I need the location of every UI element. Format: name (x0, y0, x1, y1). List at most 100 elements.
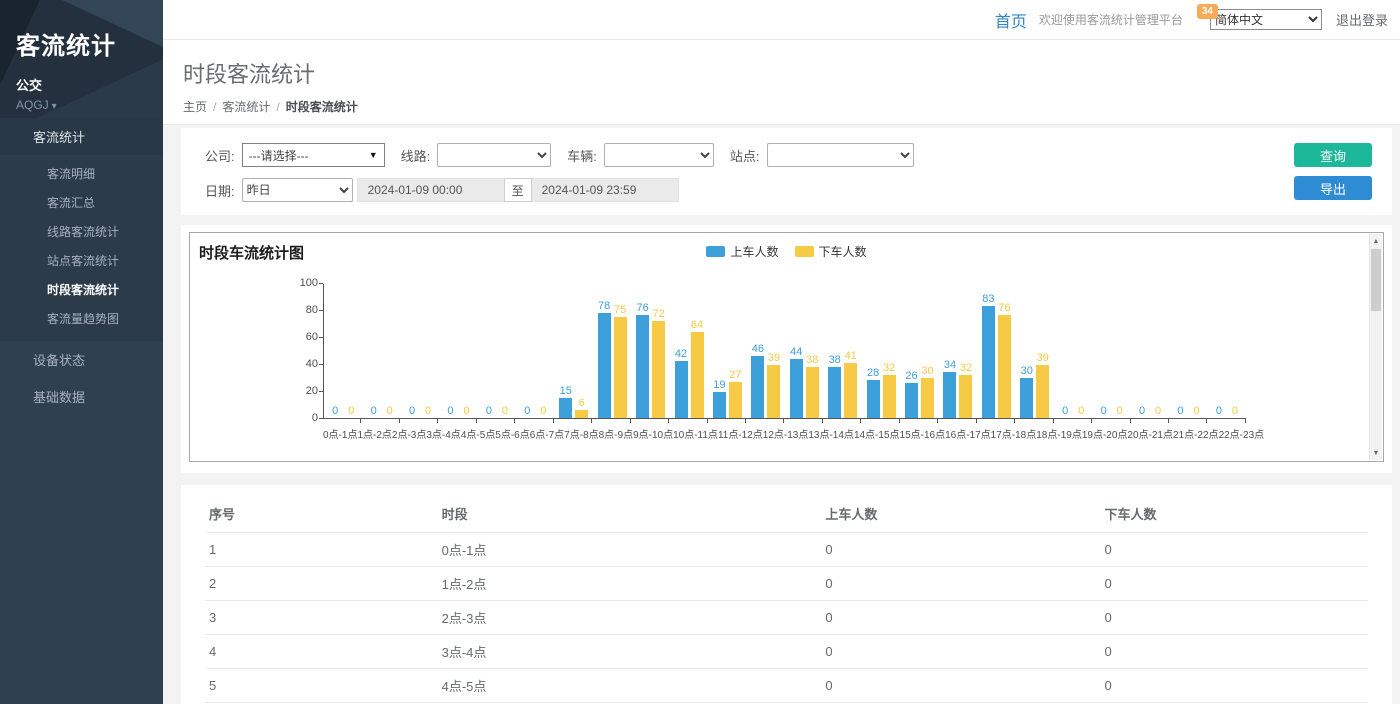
query-button[interactable]: 查询 (1294, 143, 1372, 167)
x-axis-label: 1点-2点 (357, 426, 391, 441)
bar[interactable] (729, 382, 742, 418)
station-select[interactable] (767, 143, 914, 167)
bar-group: 8376 (977, 284, 1015, 418)
y-axis-tick-label: 0 (278, 412, 318, 424)
bar[interactable] (998, 315, 1011, 418)
bar-value-label: 0 (1101, 405, 1107, 417)
y-axis-tick-label: 40 (278, 358, 318, 370)
bar-value-label: 72 (652, 308, 664, 320)
sidebar-subitem[interactable]: 客流明细 (0, 159, 163, 188)
line-select[interactable] (437, 143, 551, 167)
brand-title: 客流统计 (16, 26, 163, 61)
sidebar-item-device-status[interactable]: 设备状态 (0, 341, 163, 378)
bar[interactable] (806, 367, 819, 418)
bar[interactable] (883, 375, 896, 418)
bar-wrap: 0 (460, 284, 473, 418)
x-axis-label: 12点-13点 (763, 426, 809, 441)
bar[interactable] (713, 392, 726, 418)
sidebar-item-passenger-stats[interactable]: 客流统计 (0, 118, 163, 155)
breadcrumb-passenger-stats[interactable]: 客流统计 (222, 100, 270, 114)
bar-wrap: 0 (482, 284, 495, 418)
bar-value-label: 0 (348, 405, 354, 417)
x-axis-label: 16点-17点 (945, 426, 991, 441)
notification-badge[interactable]: 34 (1197, 4, 1218, 19)
bar[interactable] (828, 367, 841, 418)
vehicle-select[interactable] (604, 143, 714, 167)
date-to-input[interactable]: 2024-01-09 23:59 (531, 178, 679, 202)
bar-wrap: 32 (883, 284, 896, 418)
dropdown-arrow-icon: ▼ (369, 150, 378, 160)
bar[interactable] (598, 313, 611, 418)
table-row: 54点-5点00 (205, 669, 1368, 703)
bar-value-label: 0 (1155, 405, 1161, 417)
scrollbar-up-icon[interactable]: ▲ (1370, 234, 1382, 248)
sidebar-item-basic-data[interactable]: 基础数据 (0, 378, 163, 415)
table-cell: 0点-1点 (438, 533, 822, 567)
x-axis-label: 11点-12点 (718, 426, 763, 441)
bar-wrap: 72 (652, 284, 665, 418)
bar[interactable] (921, 378, 934, 419)
bar-value-label: 0 (1139, 405, 1145, 417)
bar-value-label: 32 (883, 362, 895, 374)
sidebar-submenu: 客流明细客流汇总线路客流统计站点客流统计时段客流统计客流量趋势图 (0, 155, 163, 341)
sidebar-subitem[interactable]: 线路客流统计 (0, 217, 163, 246)
x-axis-label: 9点-10点 (633, 426, 673, 441)
bar[interactable] (636, 315, 649, 418)
sidebar-subitem[interactable]: 站点客流统计 (0, 246, 163, 275)
export-button[interactable]: 导出 (1294, 176, 1372, 200)
scrollbar-down-icon[interactable]: ▼ (1370, 446, 1382, 460)
sidebar-subitem[interactable]: 时段客流统计 (0, 275, 163, 304)
bar-value-label: 39 (768, 352, 780, 364)
bar-group: 00 (362, 284, 400, 418)
company-select[interactable]: ---请选择--- ▼ (242, 143, 385, 167)
bar-value-label: 6 (579, 397, 585, 409)
date-from-input[interactable]: 2024-01-09 00:00 (357, 178, 505, 202)
bar[interactable] (982, 306, 995, 418)
bar[interactable] (844, 363, 857, 418)
bar[interactable] (575, 410, 588, 418)
bar[interactable] (943, 372, 956, 418)
bar-value-label: 0 (1177, 405, 1183, 417)
user-dropdown[interactable]: AQGJ▾ (16, 98, 163, 112)
bar-value-label: 0 (540, 405, 546, 417)
legend-item-boarding[interactable]: 上车人数 (706, 243, 778, 260)
table-cell: 3点-4点 (438, 635, 822, 669)
bar-value-label: 27 (729, 369, 741, 381)
bar-value-label: 0 (447, 405, 453, 417)
bar[interactable] (675, 361, 688, 418)
bar-group: 2630 (900, 284, 938, 418)
bar[interactable] (751, 356, 764, 418)
legend-item-alighting[interactable]: 下车人数 (795, 243, 867, 260)
bar-wrap: 75 (614, 284, 627, 418)
x-axis-label: 8点-9点 (599, 426, 633, 441)
bar[interactable] (691, 332, 704, 418)
chart-scrollbar[interactable]: ▲ ▼ (1369, 234, 1382, 460)
logout-link[interactable]: 退出登录 (1336, 10, 1388, 29)
bar[interactable] (905, 383, 918, 418)
bar[interactable] (959, 375, 972, 418)
home-link[interactable]: 首页 (995, 8, 1027, 32)
sidebar-subitem[interactable]: 客流汇总 (0, 188, 163, 217)
bar[interactable] (767, 365, 780, 418)
x-axis-ticks (323, 419, 1246, 423)
chart-card: 时段车流统计图 上车人数 下车人数 0204060801000000000000… (181, 225, 1392, 473)
bar-group: 7672 (631, 284, 669, 418)
bar[interactable] (614, 317, 627, 418)
x-axis-label: 4点-5点 (461, 426, 495, 441)
x-axis-label: 7点-8点 (564, 426, 598, 441)
bar[interactable] (1020, 378, 1033, 419)
language-select[interactable]: 简体中文 (1210, 9, 1322, 30)
date-preset-select[interactable]: 昨日 (242, 178, 353, 202)
bar[interactable] (867, 380, 880, 418)
bar[interactable] (652, 321, 665, 418)
breadcrumb-current: 时段客流统计 (286, 100, 358, 114)
scrollbar-thumb[interactable] (1371, 249, 1381, 311)
bar-value-label: 0 (425, 405, 431, 417)
bar-wrap: 0 (521, 284, 534, 418)
bar[interactable] (790, 359, 803, 418)
bar[interactable] (1036, 365, 1049, 418)
sidebar-subitem[interactable]: 客流量趋势图 (0, 304, 163, 333)
breadcrumb-home[interactable]: 主页 (183, 100, 207, 114)
bar-wrap: 0 (1152, 284, 1165, 418)
bar[interactable] (559, 398, 572, 418)
